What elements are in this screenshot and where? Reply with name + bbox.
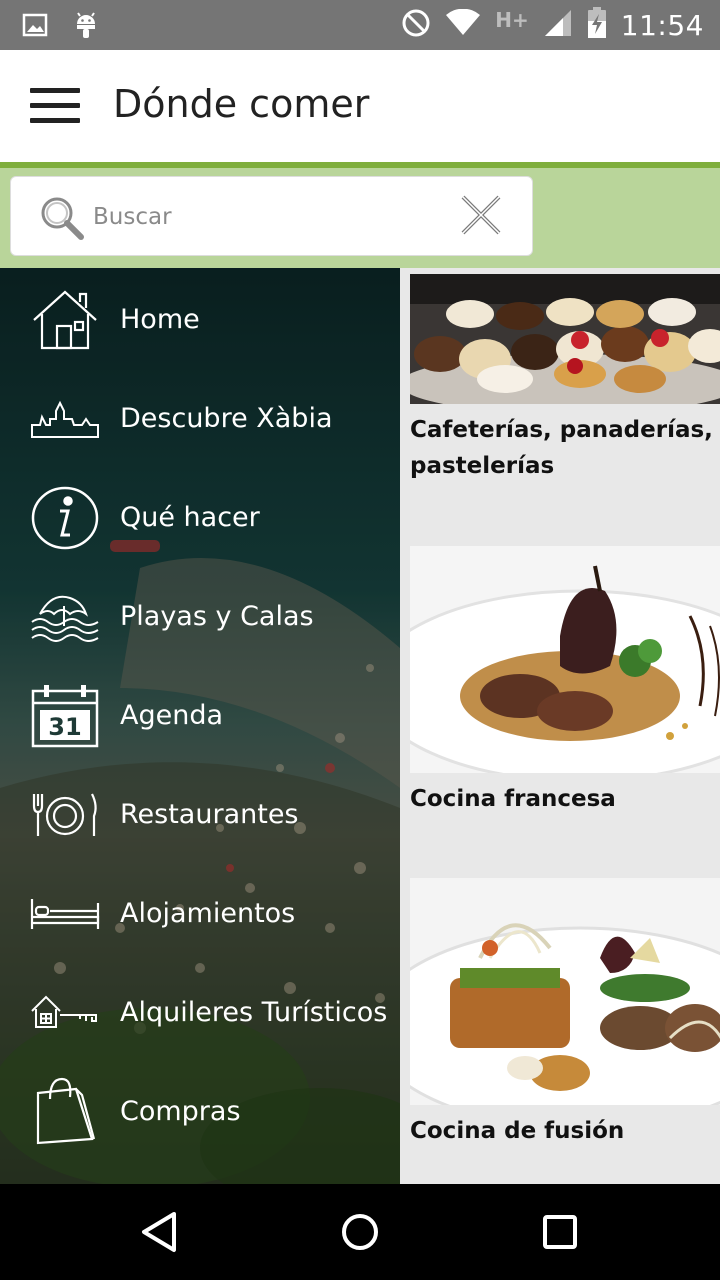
wifi-icon (445, 8, 481, 41)
pastries-photo (410, 274, 720, 404)
clock: 11:54 (620, 8, 704, 42)
drawer-item-label: Home (120, 304, 200, 335)
card-title: Cafeterías, panaderías, pastelerías (410, 417, 713, 479)
search-icon (37, 193, 87, 247)
drawer-item-label: Descubre Xàbia (120, 403, 333, 434)
calendar-icon: 31 (30, 681, 100, 751)
info-icon (30, 483, 100, 553)
system-navigation-bar (0, 1184, 720, 1280)
status-bar: H+ 11:54 (0, 0, 720, 50)
drawer-item-label: Compras (120, 1096, 241, 1127)
card-title: Cocina francesa (410, 786, 616, 812)
recents-icon[interactable] (536, 1208, 584, 1256)
fusion-dish-photo (410, 878, 720, 1105)
home-icon[interactable] (336, 1208, 384, 1256)
android-icon (74, 10, 98, 44)
toolbar: Dónde comer (0, 50, 720, 162)
search-input[interactable] (93, 195, 443, 239)
drawer-item-label: Alojamientos (120, 898, 296, 929)
search-band (0, 168, 720, 268)
bed-icon (30, 879, 100, 949)
drawer-item-label: Alquileres Turísticos (120, 997, 388, 1028)
drawer-item-compras[interactable]: Compras (0, 1062, 400, 1161)
category-card[interactable]: Cocina francesa (410, 546, 720, 817)
drawer-item-agenda[interactable]: 31 Agenda (0, 666, 400, 765)
drawer-item-alquileres-turisticos[interactable]: Alquileres Turísticos (0, 963, 400, 1062)
town-skyline-icon (30, 384, 100, 454)
drawer-item-label: Qué hacer (120, 502, 260, 533)
do-not-disturb-icon (401, 8, 431, 42)
house-key-icon (30, 978, 100, 1048)
fork-plate-knife-icon (30, 780, 100, 850)
search-box[interactable] (10, 176, 533, 256)
back-icon[interactable] (136, 1208, 184, 1256)
drawer-item-descubre-xabia[interactable]: Descubre Xàbia (0, 369, 400, 468)
category-card[interactable]: Cafeterías, panaderías, pastelerías (410, 274, 720, 484)
signal-icon (543, 8, 573, 42)
drawer-item-label: Agenda (120, 700, 224, 731)
hamburger-menu-icon[interactable] (30, 88, 80, 124)
calendar-day: 31 (48, 713, 81, 741)
card-title: Cocina de fusión (410, 1118, 625, 1144)
beach-umbrella-icon (30, 582, 100, 652)
network-type: H+ (495, 8, 529, 32)
page-title: Dónde comer (113, 82, 370, 126)
french-dish-photo (410, 546, 720, 773)
drawer-item-playas-y-calas[interactable]: Playas y Calas (0, 567, 400, 666)
navigation-drawer: Home Descubre Xàbia Qué hacer Playas y C… (0, 268, 400, 1184)
drawer-item-alojamientos[interactable]: Alojamientos (0, 864, 400, 963)
battery-charging-icon (587, 7, 607, 43)
drawer-item-restaurantes[interactable]: Restaurantes (0, 765, 400, 864)
drawer-item-home[interactable]: Home (0, 270, 400, 369)
drawer-item-label: Restaurantes (120, 799, 299, 830)
drawer-item-label: Playas y Calas (120, 601, 314, 632)
category-card[interactable]: Cocina de fusión (410, 878, 720, 1149)
clear-search-icon[interactable] (459, 193, 503, 241)
shopping-bag-icon (30, 1077, 100, 1147)
image-icon (22, 13, 48, 41)
drawer-item-que-hacer[interactable]: Qué hacer (0, 468, 400, 567)
house-icon (30, 285, 100, 355)
